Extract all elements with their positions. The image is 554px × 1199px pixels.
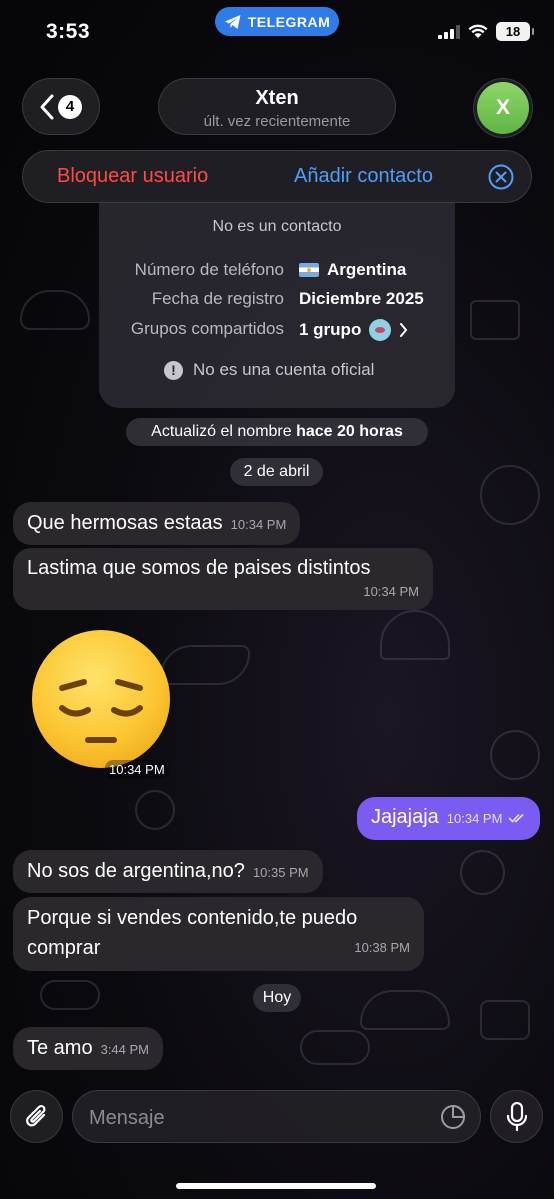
add-contact-button[interactable]: Añadir contacto — [294, 165, 433, 188]
avatar: X — [477, 82, 529, 134]
avatar-button[interactable]: X — [473, 78, 533, 138]
paperclip-icon — [25, 1104, 46, 1126]
unread-count-badge: 4 — [58, 94, 82, 119]
status-time: 3:53 — [46, 20, 91, 43]
registration-value: Diciembre 2025 — [299, 289, 424, 308]
registration-label: Fecha de registro — [151, 289, 284, 308]
last-seen-status: últ. vez recientemente — [203, 113, 351, 130]
argentina-flag-icon — [299, 263, 319, 277]
app-pill-label: TELEGRAM — [247, 13, 331, 30]
message-time: 10:34 PM — [105, 760, 169, 779]
date-separator: Hoy — [253, 984, 301, 1012]
battery-indicator: 18 — [496, 22, 534, 41]
cellular-signal-icon — [438, 24, 460, 39]
telegram-app-pill[interactable]: TELEGRAM — [215, 7, 339, 36]
phone-value: Argentina — [299, 260, 406, 280]
back-button[interactable]: 4 — [22, 78, 100, 135]
message-composer — [72, 1090, 481, 1143]
telegram-icon — [224, 14, 241, 29]
message-bubble[interactable]: Que hermosas estaas 10:34 PM — [13, 502, 301, 545]
home-indicator — [176, 1183, 376, 1189]
warning-icon: ! — [164, 360, 183, 380]
chevron-left-icon — [40, 94, 54, 119]
read-checkmarks-icon — [508, 813, 524, 823]
message-bubble[interactable]: Te amo 3:44 PM — [13, 1027, 164, 1070]
official-note: ! No es una cuenta oficial — [164, 360, 374, 380]
shared-groups-link[interactable]: 1 grupo — [299, 319, 408, 341]
block-user-button[interactable]: Bloquear usuario — [57, 165, 208, 188]
group-avatar-icon — [369, 319, 392, 341]
contact-name: Xten — [255, 87, 299, 109]
microphone-icon — [506, 1101, 527, 1131]
message-input[interactable] — [89, 1103, 429, 1133]
pensive-face-icon — [59, 679, 143, 743]
chat-title[interactable]: Xten últ. vez recientemente — [158, 78, 396, 135]
message-bubble[interactable]: Porque si vendes contenido,te puedo comp… — [13, 897, 424, 971]
message-bubble[interactable]: Lastima que somos de paises distintos 10… — [13, 548, 433, 610]
not-contact-label: No es un contacto — [212, 218, 342, 235]
status-icons: 18 — [438, 22, 534, 41]
shared-groups-label: Grupos compartidos — [130, 319, 284, 338]
voice-message-button[interactable] — [490, 1090, 543, 1143]
phone-label: Número de teléfono — [134, 260, 284, 279]
name-change-notice: Actualizó el nombre hace 20 horas — [126, 418, 428, 446]
outgoing-message-bubble[interactable]: Jajajaja 10:34 PM — [356, 797, 540, 840]
sticker-icon[interactable] — [440, 1104, 466, 1130]
emoji-sticker[interactable] — [32, 630, 170, 768]
attach-button[interactable] — [10, 1090, 63, 1143]
wifi-icon — [468, 24, 488, 38]
action-bar: Bloquear usuario Añadir contacto — [22, 150, 532, 203]
date-separator: 2 de abril — [230, 458, 323, 486]
chevron-right-icon — [400, 323, 408, 337]
message-bubble[interactable]: No sos de argentina,no? 10:35 PM — [13, 850, 323, 893]
close-icon[interactable] — [488, 164, 514, 190]
